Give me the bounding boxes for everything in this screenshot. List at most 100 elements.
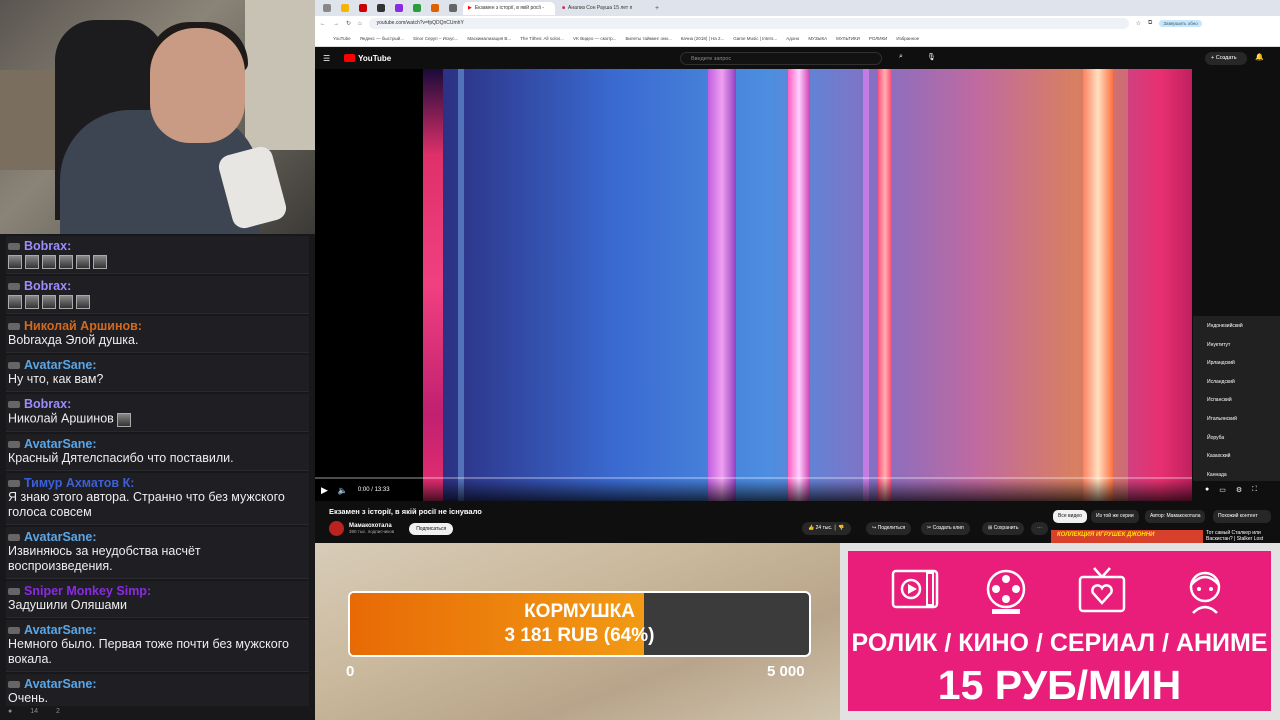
bookmark-item[interactable]: Избранное xyxy=(896,36,919,41)
home-icon[interactable]: ⌂ xyxy=(358,21,362,27)
address-bar-row: ← → ↻ ⌂ youtube.com/watch?v=fpQDQnCUmhY … xyxy=(315,16,1280,31)
bookmark-item[interactable]: Game Music | Inters... xyxy=(733,36,777,41)
back-icon[interactable]: ← xyxy=(320,21,326,27)
tab-active[interactable]: ▶ Екзамен з історії, в якій росії - xyxy=(463,1,555,15)
forward-icon[interactable]: → xyxy=(333,21,339,27)
reload-icon[interactable]: ↻ xyxy=(346,20,351,27)
language-option[interactable]: Индонезийский xyxy=(1193,319,1280,338)
thumbs-down-icon[interactable]: 👎 xyxy=(838,525,844,531)
settings-icon[interactable]: ⚙ xyxy=(1236,486,1242,494)
chat-text-content: Bobraxда Элой душка. xyxy=(8,333,139,347)
language-option[interactable]: Исландский xyxy=(1193,375,1280,394)
chat-username[interactable]: AvatarSane: xyxy=(8,358,307,372)
chat-text: Очень. xyxy=(8,691,307,706)
video-icon xyxy=(891,569,939,609)
chat-text-content: Ну что, как вам? xyxy=(8,372,104,386)
chat-username[interactable]: AvatarSane: xyxy=(8,530,307,544)
tab-bar: ▶ Екзамен з історії, в якій росії - ■ Ан… xyxy=(315,0,1280,16)
bookmark-item[interactable]: РОЛИКИ xyxy=(869,36,887,41)
chip-series[interactable]: Из той же серии xyxy=(1091,510,1139,523)
tab-search-icon[interactable] xyxy=(323,4,331,12)
save-label: Сохранить xyxy=(993,525,1019,531)
language-option[interactable]: Ирландский xyxy=(1193,356,1280,375)
pinned-tab-icon[interactable] xyxy=(395,4,403,12)
new-tab-button[interactable]: + xyxy=(655,5,659,12)
emote-icon xyxy=(8,295,22,309)
chat-message: Bobrax: Николай Аршинов xyxy=(6,394,309,432)
bookmark-item[interactable]: YouTube xyxy=(333,36,351,41)
language-option[interactable]: Инуктитут xyxy=(1193,338,1280,357)
bookmark-item[interactable]: МУЛЬТИКИ xyxy=(836,36,860,41)
chat-text xyxy=(8,255,307,269)
voice-search-icon[interactable]: 🎙 xyxy=(927,53,936,61)
save-button[interactable]: ⊞ Сохранить xyxy=(982,522,1025,535)
film-reel-icon xyxy=(986,569,1026,614)
bookmark-item[interactable]: The Tithes: All solos... xyxy=(520,36,564,41)
pinned-tab-icon[interactable] xyxy=(341,4,349,12)
search-input[interactable]: Введите запрос xyxy=(680,52,882,65)
video-player[interactable]: ▶ 🔈 0:00 / 13:33 xyxy=(315,69,1192,501)
chat-username[interactable]: Тимур Ахматов К: xyxy=(8,476,307,490)
play-icon[interactable]: ▶ xyxy=(321,485,328,496)
pinned-tab-icon[interactable] xyxy=(413,4,421,12)
language-option[interactable]: Итальянский xyxy=(1193,412,1280,431)
chat-username[interactable]: Николай Аршинов: xyxy=(8,319,307,333)
thumbs-up-icon: 👍 xyxy=(808,525,815,531)
update-browser-button[interactable]: Завершить обно xyxy=(1159,20,1202,27)
channel-avatar[interactable] xyxy=(329,521,344,536)
subscribe-button[interactable]: Подписаться xyxy=(409,522,454,535)
bookmark-item[interactable]: Адоно xyxy=(786,36,799,41)
more-actions-button[interactable]: ⋯ xyxy=(1031,522,1048,535)
language-option[interactable]: Испанский xyxy=(1193,393,1280,412)
notifications-icon[interactable]: 🔔 xyxy=(1255,53,1264,61)
create-button[interactable]: + Создать xyxy=(1205,52,1247,65)
create-label: Создать xyxy=(1215,55,1237,61)
chat-username[interactable]: Bobrax: xyxy=(8,397,307,411)
emote-icon xyxy=(42,295,56,309)
like-count: 24 тыс. xyxy=(815,525,833,531)
language-option[interactable]: Йоруба xyxy=(1193,431,1280,450)
chat-username[interactable]: AvatarSane: xyxy=(8,677,307,691)
bookmark-star-icon[interactable]: ☆ xyxy=(1136,20,1141,27)
youtube-logo[interactable]: YouTube xyxy=(344,54,391,63)
recommended-video[interactable]: КОЛЛЕКЦИЯ ИГРУШЕК ДЖОННИ Тот самый Сталк… xyxy=(1051,530,1280,543)
bookmark-item[interactable]: VK Видео — смотр... xyxy=(573,36,616,41)
bookmark-item[interactable]: Билеты тайминг они... xyxy=(625,36,671,41)
fullscreen-icon[interactable]: ⛶ xyxy=(1252,486,1257,494)
share-icon: ↪ xyxy=(872,525,877,531)
bookmark-item[interactable]: МУЗЫКА xyxy=(808,36,827,41)
search-icon[interactable]: ⌕ xyxy=(899,53,903,61)
chat-username[interactable]: Bobrax: xyxy=(8,239,307,253)
bookmark-item[interactable]: Sinor Серуп – Искус... xyxy=(413,36,458,41)
chat-username[interactable]: Sniper Monkey Simp: xyxy=(8,584,307,598)
chat-username[interactable]: AvatarSane: xyxy=(8,623,307,637)
chip-author[interactable]: Автор: Мамакохотала xyxy=(1145,510,1206,523)
pinned-tab-icon[interactable] xyxy=(359,4,367,12)
pinned-tab-icon[interactable] xyxy=(449,4,457,12)
chat-text: Задушили Оляшами xyxy=(8,598,307,613)
chat-text: Я знаю этого автора. Странно что без муж… xyxy=(8,490,307,520)
chat-username-text: Bobrax: xyxy=(24,279,72,293)
like-button[interactable]: 👍 24 тыс. │ 👎 xyxy=(802,522,851,535)
tab-inactive[interactable]: ■ Анализ Сон Рауша 15 лет п xyxy=(557,2,649,15)
extensions-icon[interactable]: ⧉ xyxy=(1148,20,1152,27)
clip-button[interactable]: ✂ Создать клип xyxy=(921,522,970,535)
pinned-tab-icon[interactable] xyxy=(431,4,439,12)
menu-icon[interactable]: ☰ xyxy=(323,54,330,63)
chat-username[interactable]: Bobrax: xyxy=(8,279,307,293)
share-button[interactable]: ↪ Поделиться xyxy=(866,522,912,535)
subtitles-icon[interactable]: ▭ xyxy=(1219,486,1226,494)
language-option[interactable]: Казахский xyxy=(1193,449,1280,468)
bookmark-item[interactable]: Яндекс — быстрый... xyxy=(360,36,404,41)
language-option[interactable]: Каннада xyxy=(1193,468,1280,487)
url-bar[interactable]: youtube.com/watch?v=fpQDQnCUmhY xyxy=(368,18,1129,29)
chip-all[interactable]: Все видео xyxy=(1053,510,1087,523)
chat-username[interactable]: AvatarSane: xyxy=(8,437,307,451)
chip-similar[interactable]: Похожий контент xyxy=(1213,510,1271,523)
pinned-tab-icon[interactable] xyxy=(377,4,385,12)
volume-icon[interactable]: 🔈 xyxy=(338,486,348,495)
autoplay-icon[interactable]: ● xyxy=(1205,486,1209,494)
chat-text: Извиняюсь за неудобства насчёт воспроизв… xyxy=(8,544,307,574)
bookmark-item[interactable]: Качна (2018) | На 2... xyxy=(681,36,725,41)
bookmark-item[interactable]: Маскимализация B... xyxy=(467,36,511,41)
